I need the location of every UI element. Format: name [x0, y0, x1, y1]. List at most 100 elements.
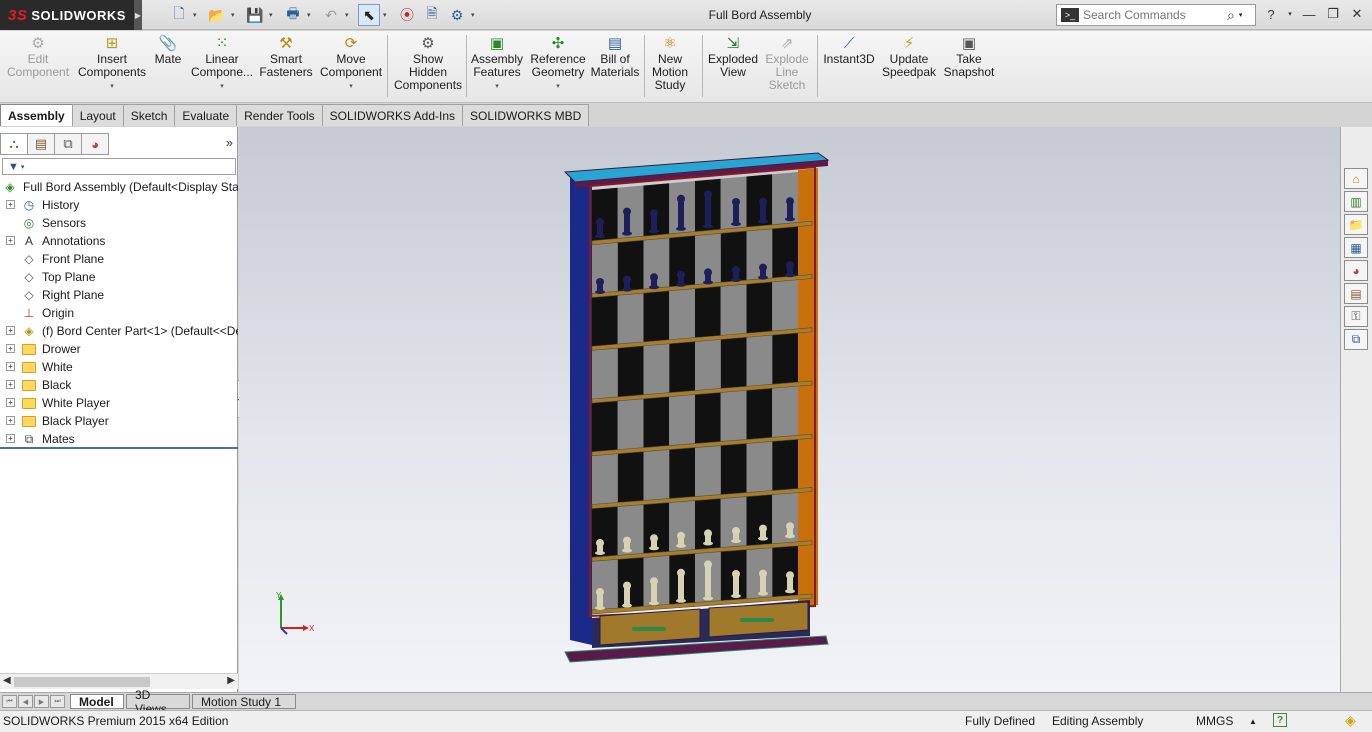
undo-icon[interactable]: ↶: [320, 4, 342, 26]
horizontal-scrollbar[interactable]: ◀ ▶: [0, 673, 238, 689]
search-icon[interactable]: ⌕: [1227, 7, 1235, 24]
tree-root-assembly[interactable]: ◈ Full Bord Assembly (Default<Display Sta: [0, 178, 238, 196]
solidworks-logo[interactable]: 3S SOLIDWORKS: [0, 0, 134, 30]
tab-sketch[interactable]: Sketch: [122, 104, 176, 126]
unit-system[interactable]: MMGS: [1196, 714, 1233, 728]
solidworks-forum-icon[interactable]: ⚿: [1344, 306, 1368, 327]
minimize-icon[interactable]: —: [1300, 4, 1318, 24]
instant3d-button[interactable]: ⟋ Instant3D: [822, 34, 876, 66]
tree-item-f-bord-center-part-1-default-de[interactable]: + ◈ (f) Bord Center Part<1> (Default<<De: [0, 322, 238, 340]
insert-components-dropdown-icon[interactable]: ▾: [110, 80, 114, 93]
explode-line-sketch-button[interactable]: ⇗ Explode Line Sketch: [764, 34, 810, 92]
display-manager-icon[interactable]: ◕: [81, 133, 109, 155]
tree-item-black[interactable]: + Black: [0, 376, 238, 394]
options-icon[interactable]: ⚙: [446, 4, 468, 26]
expand-icon[interactable]: +: [6, 398, 15, 407]
expand-icon[interactable]: +: [6, 344, 15, 353]
expand-icon[interactable]: +: [6, 434, 15, 443]
file-properties-icon[interactable]: 🗎: [421, 4, 443, 26]
recording-icon[interactable]: ⧉: [1344, 329, 1368, 350]
expand-icon[interactable]: +: [6, 416, 15, 425]
tree-item-white[interactable]: + White: [0, 358, 238, 376]
prev-tab-icon[interactable]: ◀: [18, 695, 33, 708]
tree-item-drower[interactable]: + Drower: [0, 340, 238, 358]
custom-properties-icon[interactable]: ▤: [1344, 283, 1368, 304]
tree-item-origin[interactable]: ⊥ Origin: [0, 304, 238, 322]
tree-item-black-player[interactable]: + Black Player: [0, 412, 238, 430]
expand-icon[interactable]: +: [6, 380, 15, 389]
new-motion-study-button[interactable]: ⚛ New Motion Study: [648, 34, 692, 92]
tab-assembly[interactable]: Assembly: [0, 104, 73, 126]
options-dropdown-icon[interactable]: ▾: [471, 4, 481, 26]
open-dropdown-icon[interactable]: ▾: [231, 4, 241, 26]
tree-item-mates[interactable]: + ⧉ Mates: [0, 430, 238, 448]
edit-component-button[interactable]: ⚙ Edit Component: [7, 34, 69, 79]
restore-icon[interactable]: ❐: [1324, 4, 1342, 24]
bottom-tab-model[interactable]: Model: [70, 694, 124, 709]
tree-item-top-plane[interactable]: ◇ Top Plane: [0, 268, 238, 286]
panel-expand-icon[interactable]: »: [226, 135, 233, 150]
rollback-bar[interactable]: [0, 447, 238, 449]
linear-component-button[interactable]: ⁙ Linear Compone... ▾: [190, 34, 254, 93]
units-dropdown-icon[interactable]: ▲: [1249, 717, 1257, 726]
last-tab-icon[interactable]: ⏭: [50, 695, 65, 708]
open-icon[interactable]: 📂: [206, 4, 228, 26]
tab-layout[interactable]: Layout: [71, 104, 124, 126]
close-icon[interactable]: ✕: [1348, 4, 1366, 24]
tab-solidworks-mbd[interactable]: SOLIDWORKS MBD: [462, 104, 590, 126]
rebuild-icon[interactable]: ⦿: [396, 4, 418, 26]
insert-components-button[interactable]: ⊞ Insert Components ▾: [78, 34, 146, 93]
linear-component-dropdown-icon[interactable]: ▾: [220, 80, 224, 93]
tree-item-right-plane[interactable]: ◇ Right Plane: [0, 286, 238, 304]
bottom-tab-3d-views[interactable]: 3D Views: [126, 688, 190, 716]
tree-item-sensors[interactable]: ◎ Sensors: [0, 214, 238, 232]
mate-button[interactable]: 📎 Mate: [153, 34, 183, 66]
first-tab-icon[interactable]: ⏮: [2, 695, 17, 708]
bookshelf-model[interactable]: [239, 127, 1340, 692]
menu-expand-arrow-icon[interactable]: ▶: [134, 0, 142, 30]
move-component-dropdown-icon[interactable]: ▾: [349, 80, 353, 93]
search-input[interactable]: [1083, 8, 1223, 22]
select-icon[interactable]: ⬉: [358, 4, 380, 26]
print-icon[interactable]: 🖶: [282, 4, 304, 26]
graphics-area[interactable]: ⊕⊙⤺▥✎◫▣◐◕◍▭ Y X ▯▭—❐✕: [239, 127, 1340, 692]
scroll-thumb[interactable]: [14, 677, 150, 687]
smart-fasteners-button[interactable]: ⚒ Smart Fasteners: [259, 34, 312, 79]
help-dropdown-icon[interactable]: ▾: [1286, 4, 1294, 24]
update-speedpak-button[interactable]: ⚡ Update Speedpak: [882, 34, 936, 79]
tab-evaluate[interactable]: Evaluate: [174, 104, 238, 126]
tree-filter[interactable]: ▼ ▾: [2, 158, 236, 175]
assembly-features-button[interactable]: ▣ Assembly Features ▾: [471, 34, 523, 93]
appearances-icon[interactable]: ◕: [1344, 260, 1368, 281]
show-hidden-button[interactable]: ⚙ Show Hidden Components: [394, 34, 462, 92]
expand-icon[interactable]: +: [6, 362, 15, 371]
select-dropdown-icon[interactable]: ▾: [383, 4, 393, 26]
expand-icon[interactable]: +: [6, 326, 15, 335]
reference-geometry-dropdown-icon[interactable]: ▾: [556, 80, 560, 93]
design-library-icon[interactable]: ▥: [1344, 191, 1368, 212]
new-dropdown-icon[interactable]: ▾: [193, 4, 203, 26]
expand-icon[interactable]: +: [6, 236, 15, 245]
view-palette-icon[interactable]: ▦: [1344, 237, 1368, 258]
take-snapshot-button[interactable]: ▣ Take Snapshot: [944, 34, 995, 79]
file-explorer-icon[interactable]: 📁: [1344, 214, 1368, 235]
next-tab-icon[interactable]: ▶: [34, 695, 49, 708]
save-icon[interactable]: 💾: [244, 4, 266, 26]
tree-item-white-player[interactable]: + White Player: [0, 394, 238, 412]
quick-tips-icon[interactable]: ?: [1273, 713, 1287, 727]
print-dropdown-icon[interactable]: ▾: [307, 4, 317, 26]
scroll-right-icon[interactable]: ▶: [227, 675, 235, 686]
tree-item-front-plane[interactable]: ◇ Front Plane: [0, 250, 238, 268]
tab-render-tools[interactable]: Render Tools: [236, 104, 323, 126]
property-manager-icon[interactable]: ▤: [27, 133, 55, 155]
help-icon[interactable]: ?: [1262, 4, 1280, 24]
exploded-view-button[interactable]: ⇲ Exploded View: [708, 34, 758, 79]
tree-item-annotations[interactable]: + A Annotations: [0, 232, 238, 250]
new-icon[interactable]: 🗋: [168, 4, 190, 26]
search-commands[interactable]: >_ ⌕ ▾: [1056, 4, 1256, 26]
expand-icon[interactable]: +: [6, 200, 15, 209]
reference-geometry-button[interactable]: ✣ Reference Geometry ▾: [530, 34, 586, 93]
assembly-features-dropdown-icon[interactable]: ▾: [495, 80, 499, 93]
undo-dropdown-icon[interactable]: ▾: [345, 4, 355, 26]
save-dropdown-icon[interactable]: ▾: [269, 4, 279, 26]
